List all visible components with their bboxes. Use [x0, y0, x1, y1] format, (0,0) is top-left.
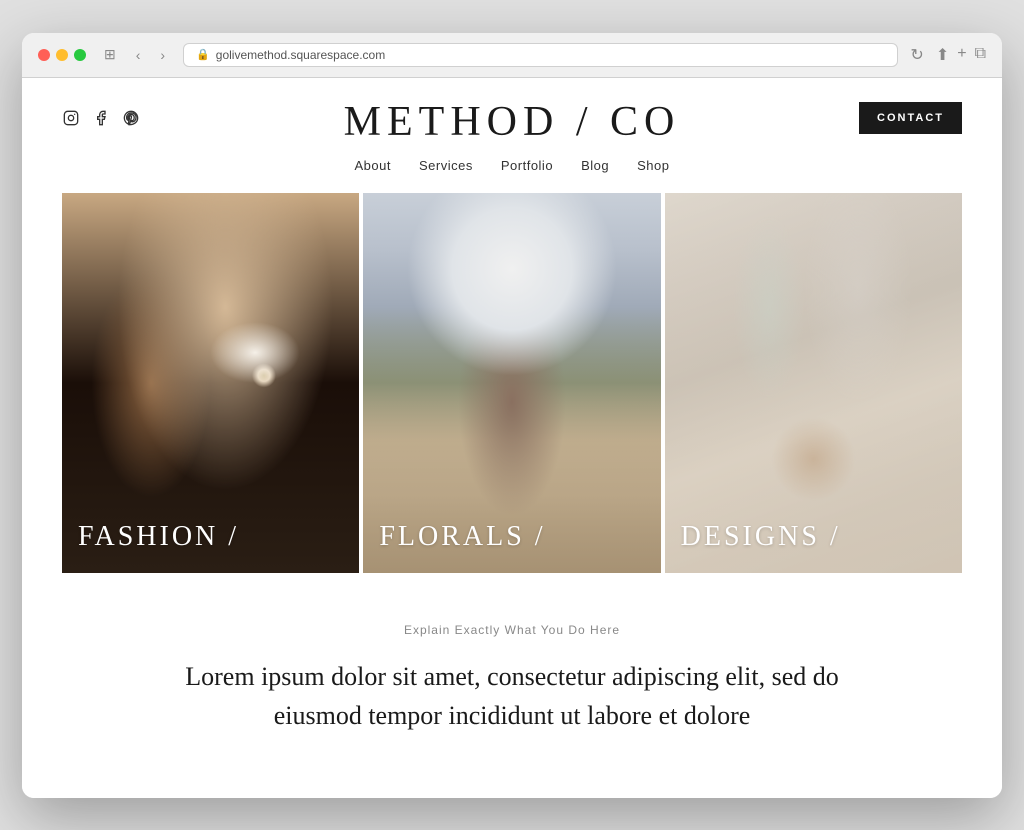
close-button[interactable] [38, 49, 50, 61]
website-content: METHOD / CO CONTACT About Services Portf… [22, 78, 1002, 798]
site-title: METHOD / CO [344, 98, 681, 146]
nav-item-blog[interactable]: Blog [581, 158, 609, 173]
back-icon[interactable]: ‹ [130, 45, 147, 65]
traffic-lights [38, 49, 86, 61]
florals-image [363, 193, 660, 573]
florals-label: FLORALS / [379, 521, 545, 553]
browser-actions: ⬆ + ⧉ [936, 45, 986, 65]
designs-label: DESIGNS / [681, 521, 841, 553]
nav-item-services[interactable]: Services [419, 158, 473, 173]
contact-button[interactable]: CONTACT [859, 102, 962, 134]
instagram-icon[interactable] [62, 109, 80, 127]
site-navigation: About Services Portfolio Blog Shop [62, 150, 962, 193]
browser-chrome: ⊞ ‹ › 🔒 golivemethod.squarespace.com ↻ ⬆… [22, 33, 1002, 78]
share-icon[interactable]: ⬆ [936, 45, 949, 65]
url-text: golivemethod.squarespace.com [216, 48, 385, 62]
designs-image [665, 193, 962, 573]
nav-item-shop[interactable]: Shop [637, 158, 669, 173]
address-bar[interactable]: 🔒 golivemethod.squarespace.com [183, 43, 898, 67]
nav-item-portfolio[interactable]: Portfolio [501, 158, 553, 173]
site-header: METHOD / CO CONTACT About Services Portf… [22, 78, 1002, 193]
pinterest-icon[interactable] [122, 109, 140, 127]
image-gallery: FASHION / FLORALS / DESIGNS / [62, 193, 962, 573]
lock-icon: 🔒 [196, 48, 210, 61]
section-below: Explain Exactly What You Do Here Lorem i… [22, 573, 1002, 765]
gallery-item-florals[interactable]: FLORALS / [363, 193, 660, 573]
gallery-item-fashion[interactable]: FASHION / [62, 193, 359, 573]
browser-controls: ⊞ ‹ › [98, 44, 171, 65]
fashion-image [62, 193, 359, 573]
sidebar-toggle-icon[interactable]: ⊞ [98, 44, 122, 65]
header-top: METHOD / CO CONTACT [62, 102, 962, 150]
nav-item-about[interactable]: About [355, 158, 391, 173]
refresh-icon[interactable]: ↻ [910, 45, 923, 65]
facebook-icon[interactable] [92, 109, 110, 127]
section-subtitle: Explain Exactly What You Do Here [62, 623, 962, 637]
fashion-label: FASHION / [78, 521, 239, 553]
forward-icon[interactable]: › [154, 45, 171, 65]
gallery-item-designs[interactable]: DESIGNS / [665, 193, 962, 573]
section-body-text: Lorem ipsum dolor sit amet, consectetur … [172, 657, 852, 735]
browser-window: ⊞ ‹ › 🔒 golivemethod.squarespace.com ↻ ⬆… [22, 33, 1002, 798]
minimize-button[interactable] [56, 49, 68, 61]
add-tab-icon[interactable]: + [957, 45, 966, 65]
tabs-icon[interactable]: ⧉ [975, 45, 986, 65]
social-icons [62, 109, 140, 127]
maximize-button[interactable] [74, 49, 86, 61]
